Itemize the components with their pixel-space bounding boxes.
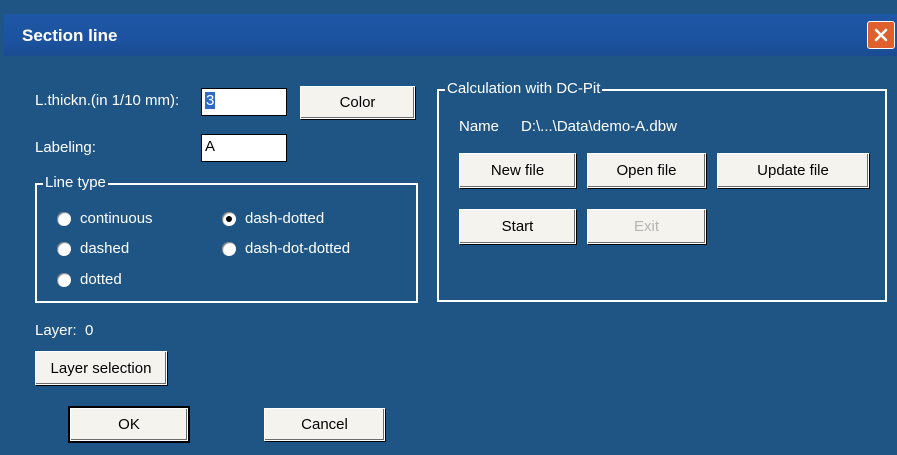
radio-label: dashed bbox=[80, 240, 130, 257]
dialog-title: Section line bbox=[22, 26, 118, 45]
close-button[interactable] bbox=[867, 21, 895, 49]
exit-button: Exit bbox=[587, 209, 706, 244]
radio-dotted[interactable]: dotted bbox=[57, 271, 122, 288]
layer-label: Layer: 0 bbox=[35, 322, 94, 339]
radio-label: dotted bbox=[80, 271, 122, 288]
line-type-legend: Line type bbox=[43, 174, 108, 191]
close-icon bbox=[874, 28, 888, 42]
layer-selection-button[interactable]: Layer selection bbox=[35, 351, 167, 385]
name-label: Name bbox=[459, 118, 500, 135]
radio-dot bbox=[57, 241, 71, 256]
calculation-legend: Calculation with DC-Pit bbox=[445, 80, 603, 97]
section-line-dialog: Section line L.thickn.(in 1/10 mm): 3 Co… bbox=[0, 0, 897, 455]
start-button[interactable]: Start bbox=[459, 209, 576, 244]
radio-dot bbox=[222, 241, 236, 256]
radio-dash-dot-dotted[interactable]: dash-dot-dotted bbox=[222, 240, 350, 257]
update-file-button[interactable]: Update file bbox=[717, 153, 869, 188]
radio-dot bbox=[57, 211, 71, 226]
ok-button[interactable]: OK bbox=[68, 406, 190, 443]
calculation-group: Calculation with DC-Pit Name D:\...\Data… bbox=[437, 80, 887, 302]
name-value: D:\...\Data\demo-A.dbw bbox=[521, 118, 677, 135]
line-type-group: Line type continuous dash-dotted dashed … bbox=[35, 174, 418, 303]
new-file-button[interactable]: New file bbox=[459, 153, 576, 188]
thickness-value: 3 bbox=[205, 92, 216, 109]
labeling-label: Labeling: bbox=[35, 139, 96, 156]
thickness-input[interactable]: 3 bbox=[201, 88, 287, 116]
radio-dot-checked bbox=[222, 211, 236, 226]
title-bar[interactable]: Section line bbox=[4, 14, 897, 56]
labeling-input[interactable]: A bbox=[201, 134, 287, 162]
cancel-button[interactable]: Cancel bbox=[264, 408, 385, 441]
radio-continuous[interactable]: continuous bbox=[57, 210, 153, 227]
radio-dot bbox=[57, 272, 71, 287]
layer-value: 0 bbox=[85, 322, 94, 339]
radio-dash-dotted[interactable]: dash-dotted bbox=[222, 210, 324, 227]
radio-label: dash-dot-dotted bbox=[245, 240, 351, 257]
thickness-label: L.thickn.(in 1/10 mm): bbox=[35, 92, 180, 109]
open-file-button[interactable]: Open file bbox=[587, 153, 706, 188]
radio-dashed[interactable]: dashed bbox=[57, 240, 129, 257]
radio-label: continuous bbox=[80, 210, 153, 227]
radio-label: dash-dotted bbox=[245, 210, 325, 227]
color-button[interactable]: Color bbox=[300, 86, 415, 119]
